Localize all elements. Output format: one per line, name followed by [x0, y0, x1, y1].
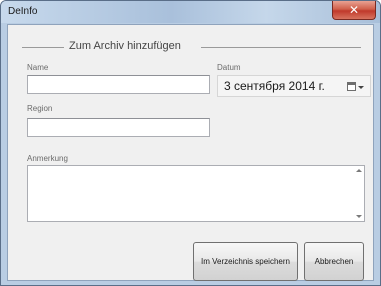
date-value: 3 сентября 2014 г.	[224, 79, 325, 93]
close-icon: ✕	[348, 3, 360, 17]
region-field[interactable]	[27, 118, 210, 137]
cancel-button[interactable]: Abbrechen	[304, 242, 364, 281]
window-title: DeInfo	[8, 6, 38, 17]
date-picker[interactable]: 3 сентября 2014 г.	[217, 75, 371, 97]
date-label: Datum	[217, 63, 241, 72]
cancel-button-label: Abbrechen	[314, 257, 354, 266]
group-divider-right	[201, 47, 361, 48]
title-bar[interactable]: DeInfo ✕	[1, 1, 380, 23]
close-button[interactable]: ✕	[332, 1, 376, 20]
note-label: Anmerkung	[27, 154, 68, 163]
region-label: Region	[27, 104, 53, 113]
name-label: Name	[27, 63, 49, 72]
name-field[interactable]	[27, 75, 210, 94]
dialog-client-area: Zum Archiv hinzufügen Name Datum 3 сентя…	[7, 24, 374, 281]
scroll-up-icon[interactable]	[356, 169, 362, 172]
save-to-directory-button-label: Im Verzeichnis speichern	[201, 257, 290, 266]
group-divider-left	[22, 47, 64, 48]
chevron-down-icon	[358, 86, 364, 89]
group-title: Zum Archiv hinzufügen	[69, 40, 181, 52]
calendar-icon	[347, 82, 356, 91]
dialog-window: DeInfo ✕ Zum Archiv hinzufügen Name Datu…	[0, 0, 381, 286]
note-textarea[interactable]	[27, 165, 365, 222]
scroll-down-icon[interactable]	[356, 215, 362, 218]
note-scrollbar[interactable]	[354, 166, 364, 221]
save-to-directory-button[interactable]: Im Verzeichnis speichern	[193, 242, 298, 281]
